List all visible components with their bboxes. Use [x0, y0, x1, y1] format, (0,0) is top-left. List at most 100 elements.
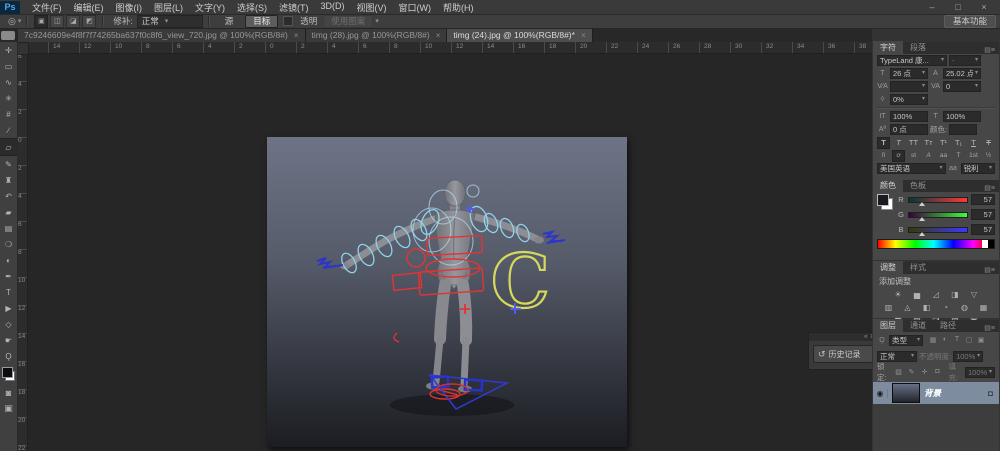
brush-tool[interactable]: ✎ [0, 156, 17, 172]
document-tab[interactable]: 7c9246609e4f8f7f74265ba637f0c8f6_view_72… [18, 28, 306, 42]
panel-menu-icon[interactable]: ▤≡ [984, 324, 999, 332]
text-color-swatch[interactable] [949, 124, 977, 135]
ordinals-button[interactable]: 1st [967, 150, 980, 162]
faux-bold-button[interactable]: T [877, 137, 890, 149]
blend-mode-select[interactable]: 正常▾ [877, 351, 917, 362]
slider-thumb[interactable] [919, 232, 925, 236]
foreground-color-swatch[interactable] [877, 194, 889, 206]
collapse-icon[interactable]: « [864, 334, 867, 340]
color-balance-icon[interactable]: ◬ [900, 302, 915, 313]
history-button[interactable]: ↺ 历史记录 [813, 345, 873, 363]
filter-smart-objects-icon[interactable]: ▣ [976, 336, 986, 344]
contextual-alternates-button[interactable]: ơ [892, 150, 905, 162]
menu-item[interactable]: 文件(F) [26, 1, 68, 14]
history-brush-tool[interactable]: ↶ [0, 188, 17, 204]
clone-stamp-tool[interactable]: ♜ [0, 172, 17, 188]
panel-menu-icon[interactable]: ▤≡ [984, 266, 999, 274]
spectrum-black-chip[interactable] [988, 240, 994, 248]
slider-thumb[interactable] [919, 217, 925, 221]
menu-item[interactable]: 3D(D) [315, 1, 351, 14]
blur-tool[interactable]: ❍ [0, 236, 17, 252]
lock-position-icon[interactable]: ✛ [920, 368, 930, 376]
slider-track[interactable] [908, 212, 968, 218]
minimize-button[interactable]: – [926, 2, 938, 12]
layer-row-background[interactable]: ◉ 背景 ◘ [873, 382, 999, 404]
channel-value[interactable]: 57 [971, 194, 995, 205]
superscript-button[interactable]: T¹ [937, 137, 950, 149]
path-selection-tool[interactable]: ▶ [0, 300, 17, 316]
fractions-button[interactable]: ½ [982, 150, 995, 162]
close-tab-icon[interactable]: × [436, 31, 441, 40]
small-caps-button[interactable]: Tᴛ [922, 137, 935, 149]
panel-menu-icon[interactable]: ▤≡ [984, 46, 999, 54]
leading-field[interactable]: 25.02 点▾ [943, 68, 981, 79]
workspace-switcher-button[interactable]: 基本功能 [944, 15, 996, 28]
screen-mode-button[interactable]: ▣ [0, 401, 17, 415]
font-family-select[interactable]: TypeLand 康...▾ [877, 55, 947, 66]
opacity-field[interactable]: 100%▾ [953, 351, 983, 362]
layer-filter-select[interactable]: 类型▾ [889, 335, 923, 346]
pen-tool[interactable]: ✒ [0, 268, 17, 284]
move-tool[interactable]: ✛ [0, 42, 17, 58]
all-caps-button[interactable]: TT [907, 137, 920, 149]
tab-adjustments[interactable]: 调整 [873, 261, 903, 274]
panel-menu-icon[interactable]: ▤≡ [984, 184, 999, 192]
lock-all-icon[interactable]: ◘ [933, 368, 943, 376]
tool-preset-icon[interactable]: ◎ [6, 16, 18, 27]
channel-value[interactable]: 57 [971, 224, 995, 235]
stylistic-alternates-button[interactable]: aa [937, 150, 950, 162]
slider-track[interactable] [908, 227, 968, 233]
green-slider[interactable]: G57 [895, 207, 999, 222]
channel-mixer-icon[interactable]: ◍ [957, 302, 972, 313]
tab-paths[interactable]: 路径 [933, 319, 963, 332]
curves-icon[interactable]: ◿ [929, 289, 944, 300]
swash-button[interactable]: A [922, 150, 935, 162]
eraser-tool[interactable]: ▰ [0, 204, 17, 220]
standard-ligatures-button[interactable]: fi [877, 150, 890, 162]
layer-thumbnail[interactable] [892, 383, 920, 403]
strikethrough-button[interactable]: T [982, 137, 995, 149]
vibrance-icon[interactable]: ▽ [967, 289, 982, 300]
foreground-background-colors[interactable] [2, 367, 15, 381]
foreground-color-swatch[interactable] [2, 367, 13, 378]
filter-adjustment-layers-icon[interactable]: ◐ [940, 336, 950, 344]
eyedropper-tool[interactable]: ∕ [0, 122, 17, 138]
ruler-origin-corner[interactable] [17, 42, 29, 55]
tracking-field[interactable]: 0▾ [943, 81, 981, 92]
language-select[interactable]: 美国英语▾ [877, 163, 946, 174]
brightness-contrast-icon[interactable]: ☀ [891, 289, 906, 300]
gradient-tool[interactable]: ▤ [0, 220, 17, 236]
document-tab[interactable]: timg (24).jpg @ 100%(RGB/8#)* × [447, 28, 592, 42]
menu-item[interactable]: 窗口(W) [393, 1, 438, 14]
faux-italic-button[interactable]: T [892, 137, 905, 149]
hue-saturation-icon[interactable]: ▥ [881, 302, 896, 313]
tool-preset-caret[interactable]: ▾ [18, 17, 22, 25]
levels-icon[interactable]: ▅ [910, 289, 925, 300]
font-size-field[interactable]: 26 点▾ [890, 68, 928, 79]
close-tab-icon[interactable]: × [294, 31, 299, 40]
lasso-tool[interactable]: ∿ [0, 74, 17, 90]
tab-swatches[interactable]: 色板 [903, 179, 933, 192]
quick-mask-button[interactable]: ◙ [0, 386, 17, 400]
tab-color[interactable]: 颜色 [873, 179, 903, 192]
subtract-selection-mode[interactable]: ◪ [66, 15, 80, 28]
document-tab[interactable]: timg (28).jpg @ 100%(RGB/8#) × [306, 28, 448, 42]
tab-paragraph[interactable]: 段落 [903, 41, 933, 54]
exposure-icon[interactable]: ◨ [948, 289, 963, 300]
intersect-selection-mode[interactable]: ◩ [82, 15, 96, 28]
dodge-tool[interactable]: ◐ [0, 252, 17, 268]
close-button[interactable]: × [978, 2, 990, 12]
tab-character[interactable]: 字符 [873, 41, 903, 54]
use-pattern-caret[interactable]: ▾ [375, 17, 379, 25]
shape-tool[interactable]: ◇ [0, 316, 17, 332]
slider-thumb[interactable] [919, 202, 925, 206]
channel-value[interactable]: 57 [971, 209, 995, 220]
tab-corner-widget[interactable] [1, 31, 15, 40]
zoom-tool[interactable]: Ǫ [0, 348, 17, 364]
layer-visibility-eye-icon[interactable]: ◉ [873, 389, 888, 398]
document-canvas[interactable]: C [267, 137, 627, 447]
lock-transparent-pixels-icon[interactable]: ▨ [894, 368, 904, 376]
hand-tool[interactable]: ☛ [0, 332, 17, 348]
use-pattern-button[interactable]: 使用图案 [323, 15, 373, 28]
add-selection-mode[interactable]: ◫ [50, 15, 64, 28]
